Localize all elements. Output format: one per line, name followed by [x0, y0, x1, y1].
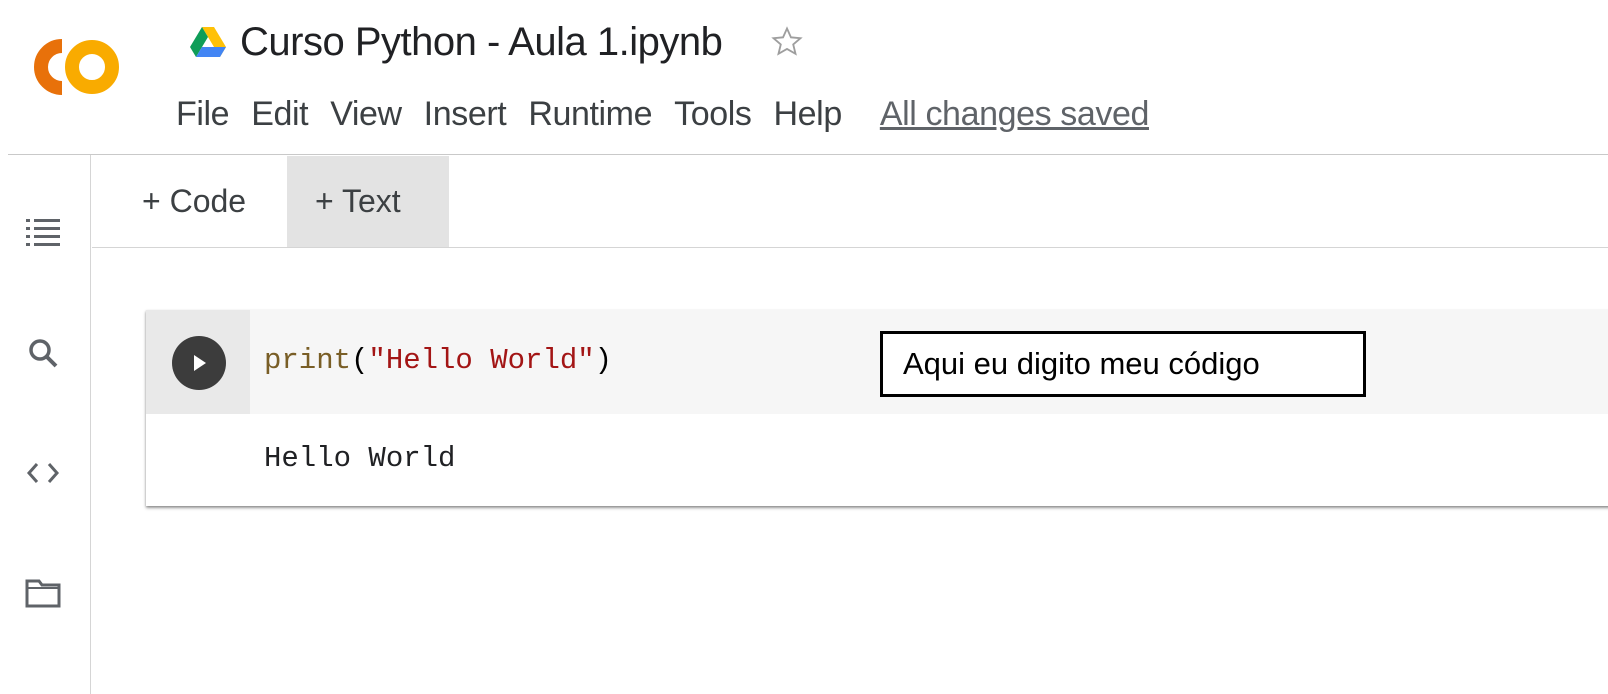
menu-runtime[interactable]: Runtime	[528, 95, 652, 134]
code-snippets-icon[interactable]	[22, 452, 64, 494]
menu-insert[interactable]: Insert	[424, 95, 507, 134]
sidebar-divider	[90, 155, 91, 694]
cell-output: Hello World	[264, 442, 456, 475]
star-icon[interactable]	[770, 25, 804, 59]
toolbar-divider	[92, 247, 1608, 248]
add-text-button[interactable]: + Text	[287, 156, 449, 247]
menu-help[interactable]: Help	[774, 95, 843, 134]
run-cell-button[interactable]	[172, 336, 226, 390]
table-of-contents-icon[interactable]	[22, 210, 64, 252]
code-function: print	[264, 344, 352, 377]
add-code-button[interactable]: + Code	[138, 156, 286, 247]
drive-icon[interactable]	[190, 27, 226, 57]
code-line: print("Hello World")	[264, 344, 612, 377]
annotation-callout: Aqui eu digito meu código	[880, 331, 1366, 397]
menu-view[interactable]: View	[330, 95, 402, 134]
files-icon[interactable]	[22, 572, 64, 614]
search-icon[interactable]	[22, 332, 64, 374]
header-divider	[8, 154, 1608, 155]
notebook-title[interactable]: Curso Python - Aula 1.ipynb	[240, 20, 723, 65]
menu-tools[interactable]: Tools	[674, 95, 752, 134]
code-string: "Hello World"	[368, 344, 595, 377]
title-row: Curso Python - Aula 1.ipynb	[190, 14, 804, 70]
play-icon	[194, 355, 206, 371]
colab-logo[interactable]	[32, 38, 122, 96]
menu-bar: File Edit View Insert Runtime Tools Help…	[176, 88, 1149, 140]
menu-file[interactable]: File	[176, 95, 230, 134]
menu-edit[interactable]: Edit	[251, 95, 308, 134]
code-paren-open: (	[351, 344, 369, 377]
save-status-link[interactable]: All changes saved	[880, 95, 1150, 134]
code-cell[interactable]: print("Hello World") Hello World	[146, 310, 1608, 506]
cell-gutter	[146, 310, 250, 414]
code-paren-close: )	[594, 344, 613, 377]
